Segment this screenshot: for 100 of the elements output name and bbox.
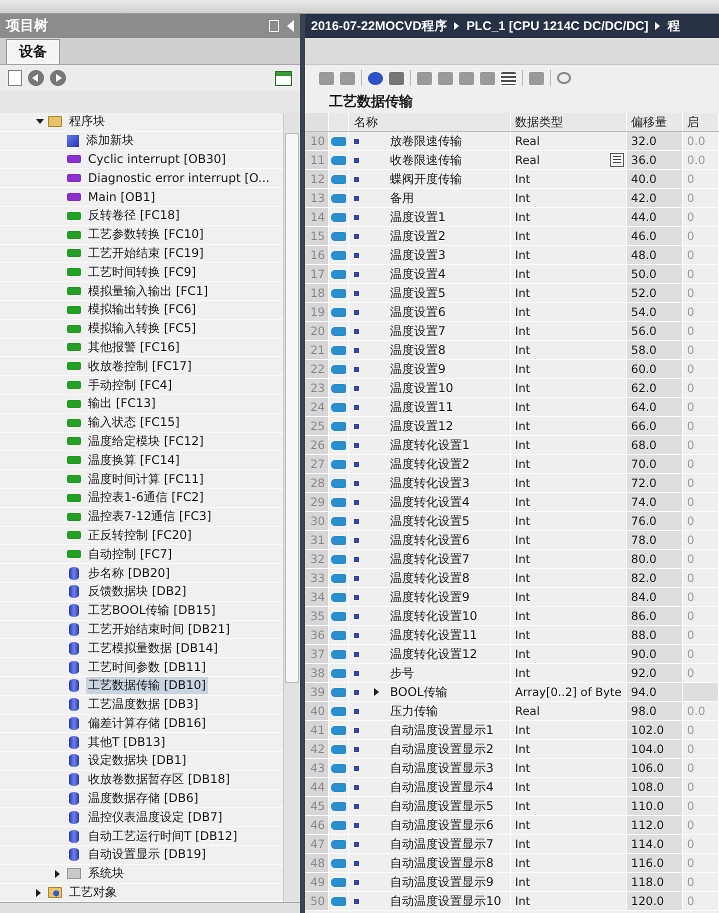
tab[interactable]: 设备 — [6, 39, 60, 64]
table-cell: 0 — [683, 607, 719, 625]
tree-item[interactable]: 设定数据块 [DB1] — [86, 752, 188, 770]
tree-item[interactable]: 自动控制 [FC7] — [86, 546, 174, 563]
tree-item[interactable]: 自动工艺运行时间T [DB12] — [86, 828, 240, 845]
tree-item[interactable]: 温控表7-12通信 [FC3] — [86, 508, 214, 526]
tree-item[interactable]: 温度时间计算 [FC11] — [86, 470, 206, 488]
cylinder-icon — [69, 792, 79, 806]
tag-icon — [331, 878, 346, 886]
tree-item[interactable]: 温控表1-6通信 [FC2] — [86, 489, 206, 506]
tree-item[interactable]: 工艺BOOL传输 [DB15] — [86, 602, 218, 620]
table-cell: Int — [515, 419, 530, 433]
tree-item[interactable]: 温度给定模块 [FC12] — [86, 432, 206, 450]
tree-item[interactable]: 步名称 [DB20] — [86, 564, 172, 582]
tree-item[interactable]: 温控仪表温度设定 [DB7] — [86, 808, 224, 826]
tree-item[interactable]: 工艺时间转换 [FC9] — [86, 264, 198, 281]
table-cell: 0 — [683, 417, 719, 435]
tree-item[interactable]: 工艺模拟量数据 [DB14] — [86, 640, 220, 657]
line-number: 12 — [305, 170, 329, 188]
tree-item[interactable]: 温度换算 [FC14] — [86, 452, 182, 469]
table-cell: Int — [515, 856, 530, 870]
line-number: 22 — [305, 360, 329, 378]
block-icon — [67, 400, 81, 408]
tree-item[interactable]: 系统块 — [86, 865, 126, 882]
list-icon[interactable] — [501, 72, 516, 84]
tree-item[interactable]: 输出 [FC13] — [86, 395, 158, 412]
table-cell: Int — [515, 191, 530, 205]
cylinder-icon — [69, 566, 79, 580]
tag-icon — [331, 212, 346, 222]
tree-item[interactable]: 工艺开始结束时间 [DB21] — [86, 620, 232, 638]
bullet-icon — [354, 272, 359, 276]
breadcrumb-item[interactable]: 2016-07-22MOCVD程序 — [311, 18, 448, 34]
tree-item[interactable]: 偏差计算存储 [DB16] — [86, 714, 208, 732]
table-cell: 收卷限速传输 — [390, 152, 462, 168]
tree-item[interactable]: 模拟输入转换 [FC5] — [86, 320, 198, 338]
table-cell: 56.0 — [627, 322, 683, 340]
tree-item[interactable]: 其他T [DB13] — [86, 734, 168, 751]
bullet-icon — [354, 842, 359, 846]
line-number: 43 — [305, 759, 329, 777]
pin-icon[interactable] — [269, 20, 279, 32]
folder-icon — [48, 887, 62, 898]
tree-item[interactable]: 反转卷径 [FC18] — [86, 207, 182, 224]
tree-item[interactable]: 收放卷数据暂存区 [DB18] — [86, 771, 232, 788]
bullet-icon — [354, 158, 359, 162]
tree-item[interactable]: 工艺温度数据 [DB3] — [86, 696, 200, 714]
tree-item[interactable]: Diagnostic error interrupt [O... — [86, 171, 272, 186]
table-cell: Int — [515, 495, 530, 509]
table-cell: 116.0 — [627, 854, 683, 872]
tree-item[interactable]: 反馈数据块 [DB2] — [86, 583, 188, 600]
table-cell: 0 — [683, 208, 719, 226]
tree-item[interactable]: 程序块 — [67, 113, 107, 130]
breadcrumb-item[interactable]: PLC_1 [CPU 1214C DC/DC/DC] — [466, 19, 648, 33]
breadcrumb-item[interactable]: 程 — [667, 18, 680, 34]
column-header[interactable]: 启 — [683, 113, 719, 131]
line-number: 15 — [305, 227, 329, 245]
forward-icon[interactable] — [50, 70, 66, 86]
bullet-icon — [354, 784, 359, 790]
tree-item[interactable]: 工艺时间参数 [DB11] — [86, 658, 208, 676]
tree-item[interactable]: 模拟量输入输出 [FC1] — [86, 282, 210, 300]
tree-item[interactable]: 收放卷控制 [FC17] — [86, 358, 194, 375]
tree-item[interactable]: 手动控制 [FC4] — [86, 376, 174, 394]
expand-arrow-icon[interactable] — [374, 688, 379, 696]
table-cell: 自动温度设置显示10 — [390, 892, 502, 910]
tree-item[interactable]: 自动设置显示 [DB19] — [86, 846, 208, 864]
column-header[interactable]: 名称 — [349, 113, 511, 131]
block-icon — [67, 437, 81, 446]
tag-icon — [331, 308, 346, 316]
new-item-icon[interactable] — [8, 70, 22, 86]
line-number: 38 — [305, 664, 329, 682]
scrollbar[interactable] — [0, 902, 300, 913]
separator-arrow-icon — [655, 22, 660, 30]
back-icon[interactable] — [28, 70, 44, 86]
tag-icon — [331, 194, 346, 202]
column-header[interactable]: 数据类型 — [511, 113, 627, 131]
tag-icon — [331, 782, 346, 792]
tree-item[interactable]: 工艺数据传输 [DB10] — [86, 677, 208, 694]
tree-item[interactable]: Main [OB1] — [86, 190, 158, 204]
line-number: 39 — [305, 683, 329, 701]
list-button[interactable] — [610, 153, 624, 167]
tree-item[interactable]: 添加新块 — [84, 132, 136, 150]
tree-item[interactable]: 模拟输出转换 [FC6] — [86, 301, 198, 318]
tree-item[interactable]: 输入状态 [FC15] — [86, 414, 182, 432]
expand-arrow-icon[interactable] — [36, 888, 41, 897]
tree-item[interactable]: 工艺参数转换 [FC10] — [86, 226, 206, 244]
table-cell: Int — [515, 400, 530, 414]
tree-item[interactable]: 温度数据存储 [DB6] — [86, 790, 200, 808]
scrollbar[interactable] — [283, 113, 300, 902]
tree-item[interactable]: 正反转控制 [FC20] — [86, 526, 194, 544]
tag-icon — [331, 384, 346, 392]
expand-arrow-icon[interactable] — [55, 870, 60, 878]
table-cell: 0 — [683, 379, 719, 397]
table-icon[interactable] — [275, 70, 292, 86]
tree-item[interactable]: Cyclic interrupt [OB30] — [86, 152, 228, 166]
tree-item[interactable]: 工艺开始结束 [FC19] — [86, 244, 206, 262]
folder-icon — [67, 868, 81, 880]
tree-item[interactable]: 工艺对象 — [67, 884, 119, 902]
column-header[interactable]: 偏移量 — [627, 113, 683, 131]
table-cell: 0 — [683, 474, 719, 492]
scroll-thumb[interactable] — [285, 133, 299, 683]
tree-item[interactable]: 其他报警 [FC16] — [86, 338, 182, 356]
